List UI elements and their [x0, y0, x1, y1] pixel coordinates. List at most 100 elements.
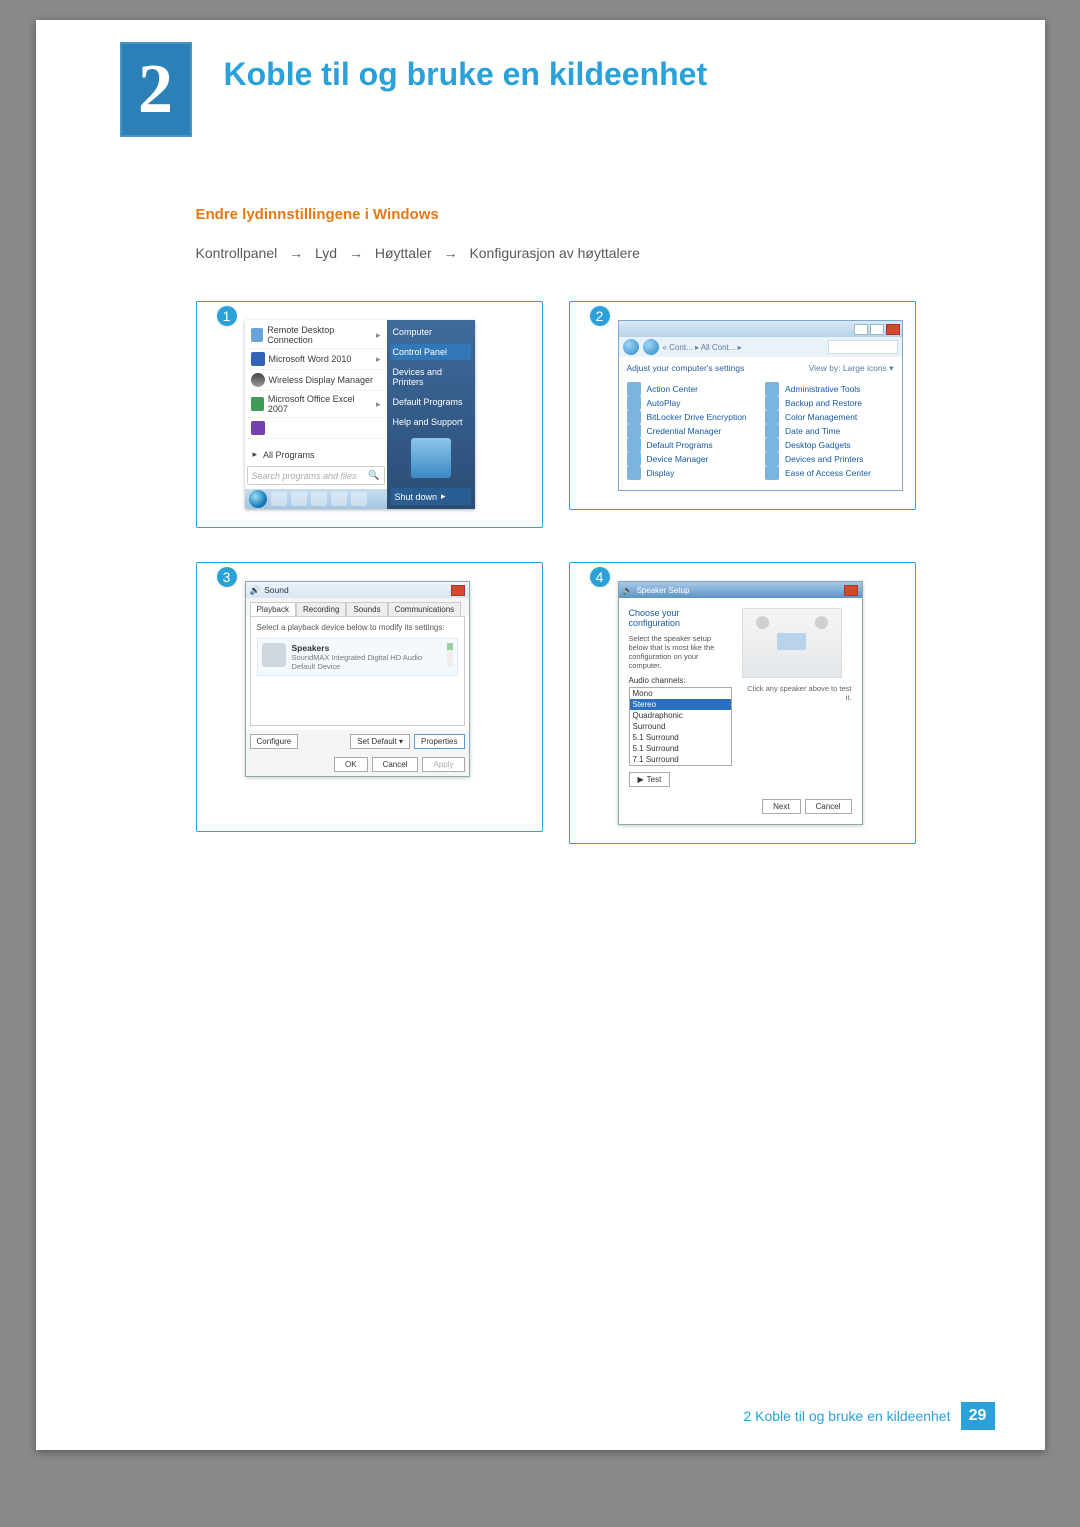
color-icon — [765, 410, 779, 424]
arrow-icon: → — [444, 245, 458, 261]
arrow-icon: → — [289, 245, 303, 261]
start-right-item-control-panel[interactable]: Control Panel — [391, 344, 471, 360]
list-item[interactable]: Surround — [630, 721, 731, 732]
list-item[interactable]: 5.1 Surround — [630, 732, 731, 743]
step-badge: 1 — [216, 305, 238, 327]
step-2: 2 « Cont... ▸ All Cont... ▸ — [569, 301, 916, 528]
dialog-heading: Choose your configuration — [629, 608, 732, 628]
start-menu-item[interactable]: Microsoft Office Excel 2007▸ — [247, 391, 385, 418]
printer-icon — [765, 452, 779, 466]
cp-link[interactable]: Desktop Gadgets — [765, 438, 894, 452]
clock-icon — [765, 424, 779, 438]
view-by-dropdown[interactable]: View by: Large icons ▾ — [809, 363, 894, 374]
start-right-item[interactable]: Help and Support — [391, 414, 471, 430]
tab-communications[interactable]: Communications — [388, 602, 462, 616]
window-titlebar — [619, 321, 902, 337]
start-orb-icon[interactable] — [249, 490, 267, 508]
start-right-item[interactable]: Computer — [391, 324, 471, 340]
speaker-icon: 🔉 — [623, 586, 633, 595]
accessibility-icon — [765, 466, 779, 480]
list-item[interactable]: 7.1 Surround — [630, 754, 731, 765]
start-menu-item[interactable] — [247, 418, 385, 439]
audio-channels-list[interactable]: Mono Stereo Quadraphonic Surround 5.1 Su… — [629, 687, 732, 766]
all-programs[interactable]: ▸All Programs — [247, 445, 385, 464]
list-item[interactable]: Mono — [630, 688, 731, 699]
test-button[interactable]: ▶ Test — [629, 772, 671, 787]
tab-playback[interactable]: Playback — [250, 602, 296, 616]
apply-button[interactable]: Apply — [422, 757, 464, 772]
playback-device[interactable]: Speakers SoundMAX Integrated Digital HD … — [257, 638, 458, 676]
vault-icon — [627, 424, 641, 438]
configure-button[interactable]: Configure — [250, 734, 299, 749]
close-button[interactable] — [844, 585, 858, 596]
chevron-right-icon: ▸ — [376, 354, 381, 365]
cp-link[interactable]: Display — [627, 466, 756, 480]
start-menu-item[interactable]: Wireless Display Manager — [247, 370, 385, 391]
taskbar-icon[interactable] — [351, 492, 367, 506]
next-button[interactable]: Next — [762, 799, 800, 814]
step-3: 3 🔊 Sound Playback Recording Sounds Comm… — [196, 562, 543, 844]
set-default-button[interactable]: Set Default ▾ — [350, 734, 410, 749]
taskbar-icon[interactable] — [331, 492, 347, 506]
taskbar-icon[interactable] — [271, 492, 287, 506]
cp-link[interactable]: AutoPlay — [627, 396, 756, 410]
cp-link[interactable]: Date and Time — [765, 424, 894, 438]
list-item-selected[interactable]: Stereo — [630, 699, 731, 710]
list-item[interactable]: Quadraphonic — [630, 710, 731, 721]
cp-link[interactable]: Backup and Restore — [765, 396, 894, 410]
tab-sounds[interactable]: Sounds — [346, 602, 387, 616]
settings-path: Kontrollpanel → Lyd → Høyttaler → Konfig… — [196, 245, 945, 261]
step-badge: 3 — [216, 566, 238, 588]
screenshot-start-menu: Remote Desktop Connection▸ Microsoft Wor… — [196, 301, 543, 528]
cp-link[interactable]: Device Manager — [627, 452, 756, 466]
cancel-button[interactable]: Cancel — [372, 757, 419, 772]
flag-icon — [627, 382, 641, 396]
autoplay-icon — [627, 396, 641, 410]
chapter-title: Koble til og bruke en kildeenhet — [224, 56, 708, 93]
minimize-button[interactable] — [854, 324, 868, 335]
taskbar-icon[interactable] — [291, 492, 307, 506]
cp-link[interactable]: Credential Manager — [627, 424, 756, 438]
dialog-subtext: Select the speaker setup below that is m… — [629, 634, 732, 670]
taskbar-icon[interactable] — [311, 492, 327, 506]
screenshot-control-panel: « Cont... ▸ All Cont... ▸ Adjust your co… — [569, 301, 916, 510]
ok-button[interactable]: OK — [334, 757, 368, 772]
section-title: Endre lydinnstillingene i Windows — [196, 206, 945, 223]
screenshot-speaker-setup: 🔉 Speaker Setup Choose your configuratio… — [569, 562, 916, 844]
forward-icon[interactable] — [643, 339, 659, 355]
cp-link[interactable]: Color Management — [765, 410, 894, 424]
instruction-text: Select a playback device below to modify… — [257, 623, 458, 632]
speaker-device-icon — [262, 643, 286, 667]
user-avatar — [411, 438, 451, 478]
arrow-icon: → — [349, 245, 363, 261]
cp-link[interactable]: Ease of Access Center — [765, 466, 894, 480]
cp-link[interactable]: Devices and Printers — [765, 452, 894, 466]
start-menu-item[interactable]: Remote Desktop Connection▸ — [247, 322, 385, 349]
cp-link[interactable]: Administrative Tools — [765, 382, 894, 396]
cancel-button[interactable]: Cancel — [805, 799, 852, 814]
cp-link[interactable]: Default Programs — [627, 438, 756, 452]
level-meter-icon — [447, 643, 453, 667]
search-icon: 🔍 — [368, 470, 379, 481]
tabs: Playback Recording Sounds Communications — [246, 598, 469, 616]
close-button[interactable] — [451, 585, 465, 596]
path-part: Høyttaler — [375, 245, 432, 261]
start-search-input[interactable]: Search programs and files 🔍 — [247, 466, 385, 485]
start-right-item[interactable]: Default Programs — [391, 394, 471, 410]
window-titlebar: 🔉 Speaker Setup — [619, 582, 862, 598]
tab-recording[interactable]: Recording — [296, 602, 346, 616]
shutdown-button[interactable]: Shut down▸ — [391, 488, 471, 505]
close-button[interactable] — [886, 324, 900, 335]
cp-link[interactable]: BitLocker Drive Encryption — [627, 410, 756, 424]
list-item[interactable]: 5.1 Surround — [630, 743, 731, 754]
taskbar — [245, 489, 387, 509]
back-icon[interactable] — [623, 339, 639, 355]
cp-heading: Adjust your computer's settings — [627, 363, 745, 374]
cp-link[interactable]: Action Center — [627, 382, 756, 396]
start-right-item[interactable]: Devices and Printers — [391, 364, 471, 390]
properties-button[interactable]: Properties — [414, 734, 464, 749]
search-input[interactable] — [828, 340, 898, 354]
play-icon: ▶ — [638, 775, 644, 784]
maximize-button[interactable] — [870, 324, 884, 335]
start-menu-item[interactable]: Microsoft Word 2010▸ — [247, 349, 385, 370]
